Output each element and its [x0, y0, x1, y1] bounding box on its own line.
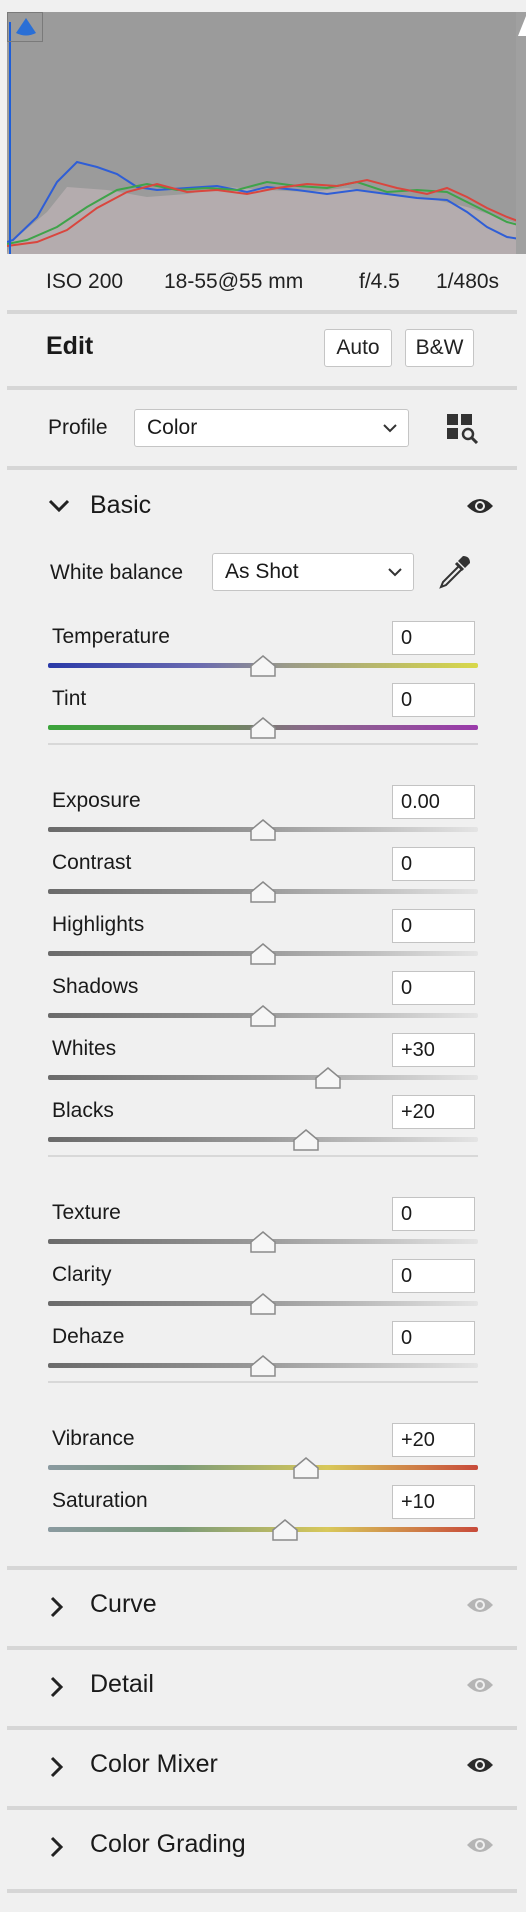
- group-divider: [48, 1381, 478, 1383]
- chevron-down-icon: [48, 499, 70, 513]
- profile-browser-icon[interactable]: [447, 414, 479, 444]
- divider: [7, 1806, 517, 1810]
- highlights-label: Highlights: [52, 913, 145, 936]
- iso-value: ISO 200: [46, 270, 124, 293]
- saturation-slider-thumb[interactable]: [271, 1519, 298, 1541]
- chevron-right-icon: [50, 1836, 64, 1858]
- eye-icon[interactable]: [466, 1676, 494, 1694]
- divider: [7, 310, 517, 314]
- curve-section-header[interactable]: Curve: [0, 1578, 526, 1634]
- color-grading-section-header[interactable]: Color Grading: [0, 1818, 526, 1874]
- aperture-value: f/4.5: [359, 270, 400, 293]
- chevron-down-icon: [383, 424, 397, 433]
- basic-section-title: Basic: [90, 491, 152, 519]
- white-balance-select-value: As Shot: [225, 560, 299, 583]
- clarity-value-input[interactable]: 0: [392, 1259, 475, 1293]
- color-mixer-section-header[interactable]: Color Mixer: [0, 1738, 526, 1794]
- clarity-slider-thumb[interactable]: [250, 1293, 276, 1315]
- triangle-icon: [16, 18, 36, 36]
- divider: [7, 1889, 517, 1893]
- eye-icon[interactable]: [466, 1756, 494, 1774]
- whites-slider-track[interactable]: [48, 1075, 478, 1080]
- triangle-icon: [518, 16, 526, 36]
- divider: [7, 1646, 517, 1650]
- tint-slider-thumb[interactable]: [250, 717, 276, 739]
- temperature-label: Temperature: [52, 625, 170, 648]
- curve-section-title: Curve: [90, 1590, 157, 1618]
- saturation-slider-track[interactable]: [48, 1527, 478, 1532]
- contrast-label: Contrast: [52, 851, 132, 874]
- blacks-value-input[interactable]: +20: [392, 1095, 475, 1129]
- eye-icon[interactable]: [466, 1596, 494, 1614]
- camera-info-bar: ISO 200 18-55@55 mm f/4.5 1/480s: [7, 254, 526, 310]
- eye-icon[interactable]: [466, 497, 494, 515]
- shadows-label: Shadows: [52, 975, 139, 998]
- profile-select[interactable]: Color: [134, 409, 409, 447]
- vibrance-slider-thumb[interactable]: [293, 1457, 319, 1479]
- chevron-right-icon: [50, 1596, 64, 1618]
- bw-button[interactable]: B&W: [405, 329, 474, 367]
- temperature-value-input[interactable]: 0: [392, 621, 475, 655]
- white-balance-select[interactable]: As Shot: [212, 553, 414, 591]
- divider: [7, 1726, 517, 1730]
- chevron-right-icon: [50, 1676, 64, 1698]
- shadows-slider-thumb[interactable]: [250, 1005, 276, 1027]
- clarity-label: Clarity: [52, 1263, 112, 1286]
- tint-label: Tint: [52, 687, 87, 710]
- eyedropper-icon[interactable]: [437, 553, 473, 589]
- basic-section-header[interactable]: Basic: [0, 479, 526, 535]
- color-mixer-section-title: Color Mixer: [90, 1750, 218, 1778]
- whites-value-input[interactable]: +30: [392, 1033, 475, 1067]
- chevron-right-icon: [50, 1756, 64, 1778]
- dehaze-slider-thumb[interactable]: [250, 1355, 276, 1377]
- vibrance-slider-track[interactable]: [48, 1465, 478, 1470]
- white-balance-label: White balance: [50, 561, 184, 584]
- highlights-slider-thumb[interactable]: [250, 943, 276, 965]
- eye-icon[interactable]: [466, 1836, 494, 1854]
- histogram: [7, 12, 526, 254]
- shadows-value-input[interactable]: 0: [392, 971, 475, 1005]
- dehaze-value-input[interactable]: 0: [392, 1321, 475, 1355]
- texture-label: Texture: [52, 1201, 121, 1224]
- shutter-value: 1/480s: [436, 270, 500, 293]
- tint-value-input[interactable]: 0: [392, 683, 475, 717]
- temperature-slider-thumb[interactable]: [250, 655, 276, 677]
- histogram-graph: [7, 22, 526, 254]
- divider: [7, 1566, 517, 1570]
- exposure-slider-thumb[interactable]: [250, 819, 276, 841]
- blacks-slider-track[interactable]: [48, 1137, 478, 1142]
- texture-slider-thumb[interactable]: [250, 1231, 276, 1253]
- highlight-clipping-button[interactable]: [516, 12, 526, 254]
- blacks-slider-thumb[interactable]: [293, 1129, 319, 1151]
- color-grading-section-title: Color Grading: [90, 1830, 246, 1858]
- texture-value-input[interactable]: 0: [392, 1197, 475, 1231]
- exposure-label: Exposure: [52, 789, 141, 812]
- auto-button[interactable]: Auto: [324, 329, 392, 367]
- edit-title: Edit: [46, 332, 94, 360]
- shadow-clipping-button[interactable]: [7, 12, 43, 42]
- exposure-value-input[interactable]: 0.00: [392, 785, 475, 819]
- whites-slider-thumb[interactable]: [314, 1067, 341, 1089]
- vibrance-label: Vibrance: [52, 1427, 135, 1450]
- group-divider: [48, 1155, 478, 1157]
- detail-section-title: Detail: [90, 1670, 154, 1698]
- dehaze-label: Dehaze: [52, 1325, 125, 1348]
- profile-label: Profile: [48, 416, 108, 439]
- blacks-label: Blacks: [52, 1099, 114, 1122]
- whites-label: Whites: [52, 1037, 117, 1060]
- profile-select-value: Color: [147, 416, 198, 439]
- lens-value: 18-55@55 mm: [164, 270, 304, 293]
- saturation-value-input[interactable]: +10: [392, 1485, 475, 1519]
- saturation-label: Saturation: [52, 1489, 148, 1512]
- vibrance-value-input[interactable]: +20: [392, 1423, 475, 1457]
- group-divider: [48, 743, 478, 745]
- divider: [7, 386, 517, 390]
- contrast-slider-thumb[interactable]: [250, 881, 276, 903]
- detail-section-header[interactable]: Detail: [0, 1658, 526, 1714]
- chevron-down-icon: [388, 568, 402, 577]
- divider: [7, 466, 517, 470]
- highlights-value-input[interactable]: 0: [392, 909, 475, 943]
- contrast-value-input[interactable]: 0: [392, 847, 475, 881]
